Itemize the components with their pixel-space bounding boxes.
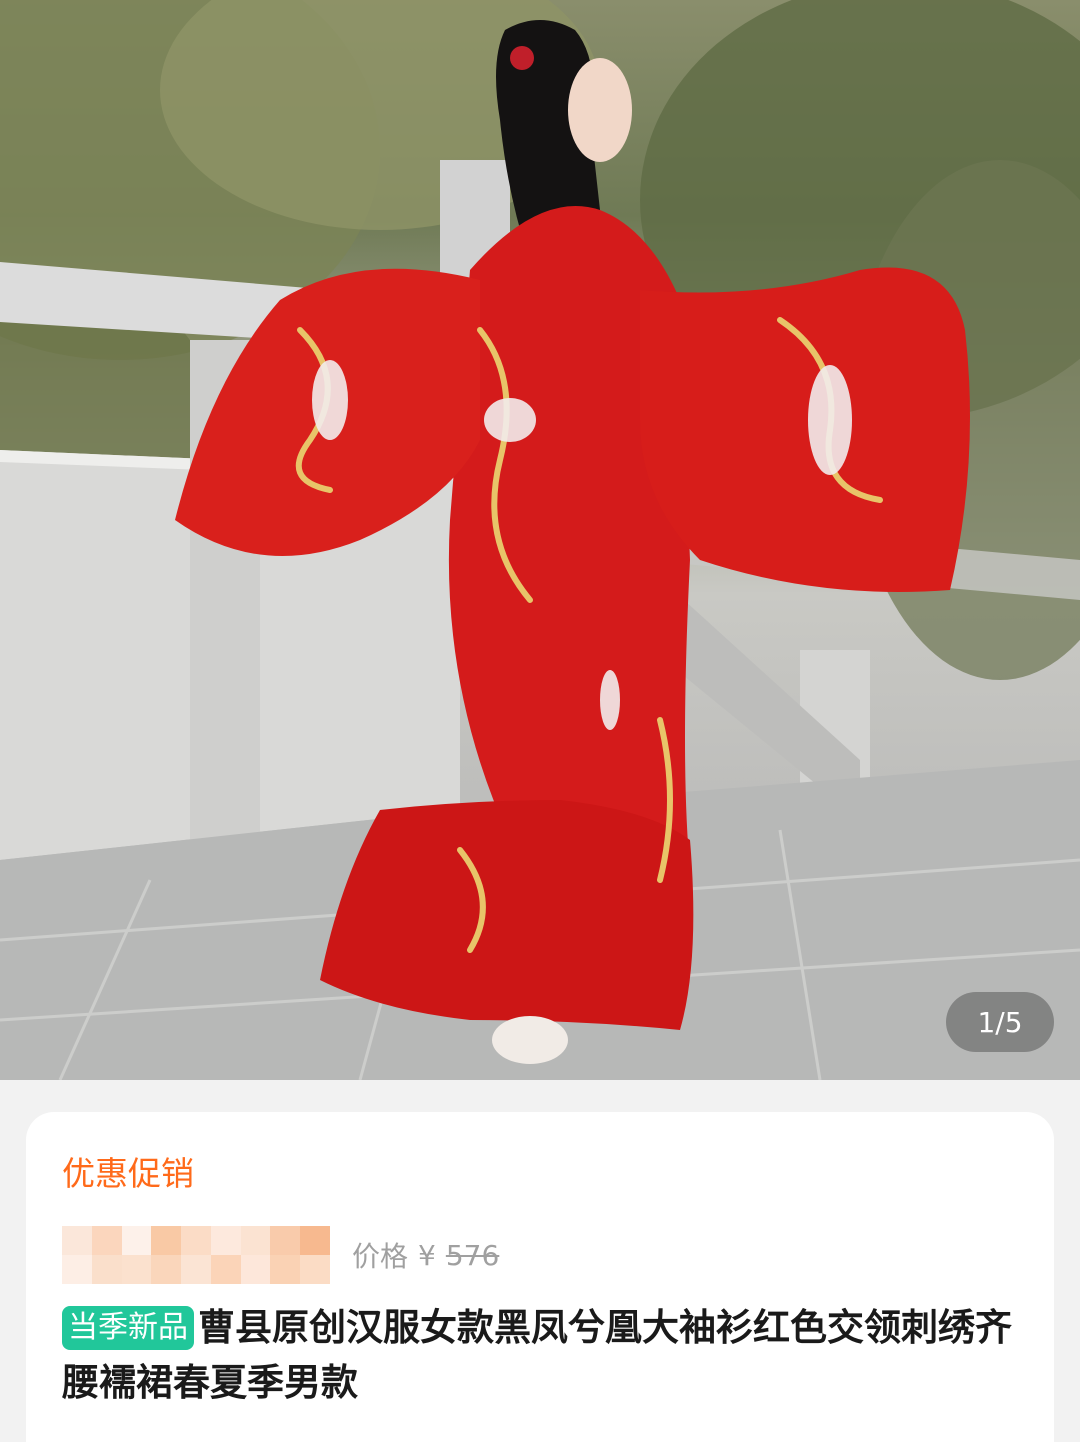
currency-symbol: ¥ — [418, 1238, 436, 1272]
original-price-value: 576 — [445, 1238, 500, 1272]
blurred-current-price — [62, 1226, 330, 1284]
price-row: 价格 ¥ 576 — [62, 1226, 1018, 1284]
original-price: 价格 ¥ 576 — [352, 1235, 499, 1275]
product-info-card: 优惠促销 价格 ¥ 576 当季新品 曹县原创汉服女款黑凤兮凰大袖衫红色交领刺绣齐… — [26, 1112, 1054, 1442]
product-title: 曹县原创汉服女款黑凤兮凰大袖衫红色交领刺绣齐腰襦裙春夏季男款 — [62, 1306, 1012, 1404]
price-label: 价格 — [352, 1240, 409, 1273]
new-season-badge: 当季新品 — [62, 1306, 194, 1350]
promo-label: 优惠促销 — [62, 1154, 194, 1193]
product-title-block[interactable]: 当季新品 曹县原创汉服女款黑凤兮凰大袖衫红色交领刺绣齐腰襦裙春夏季男款 — [62, 1300, 1022, 1410]
product-image-carousel[interactable]: 1/5 — [0, 0, 1080, 1080]
product-photo — [0, 0, 1080, 1080]
image-counter: 1/5 — [946, 992, 1054, 1052]
